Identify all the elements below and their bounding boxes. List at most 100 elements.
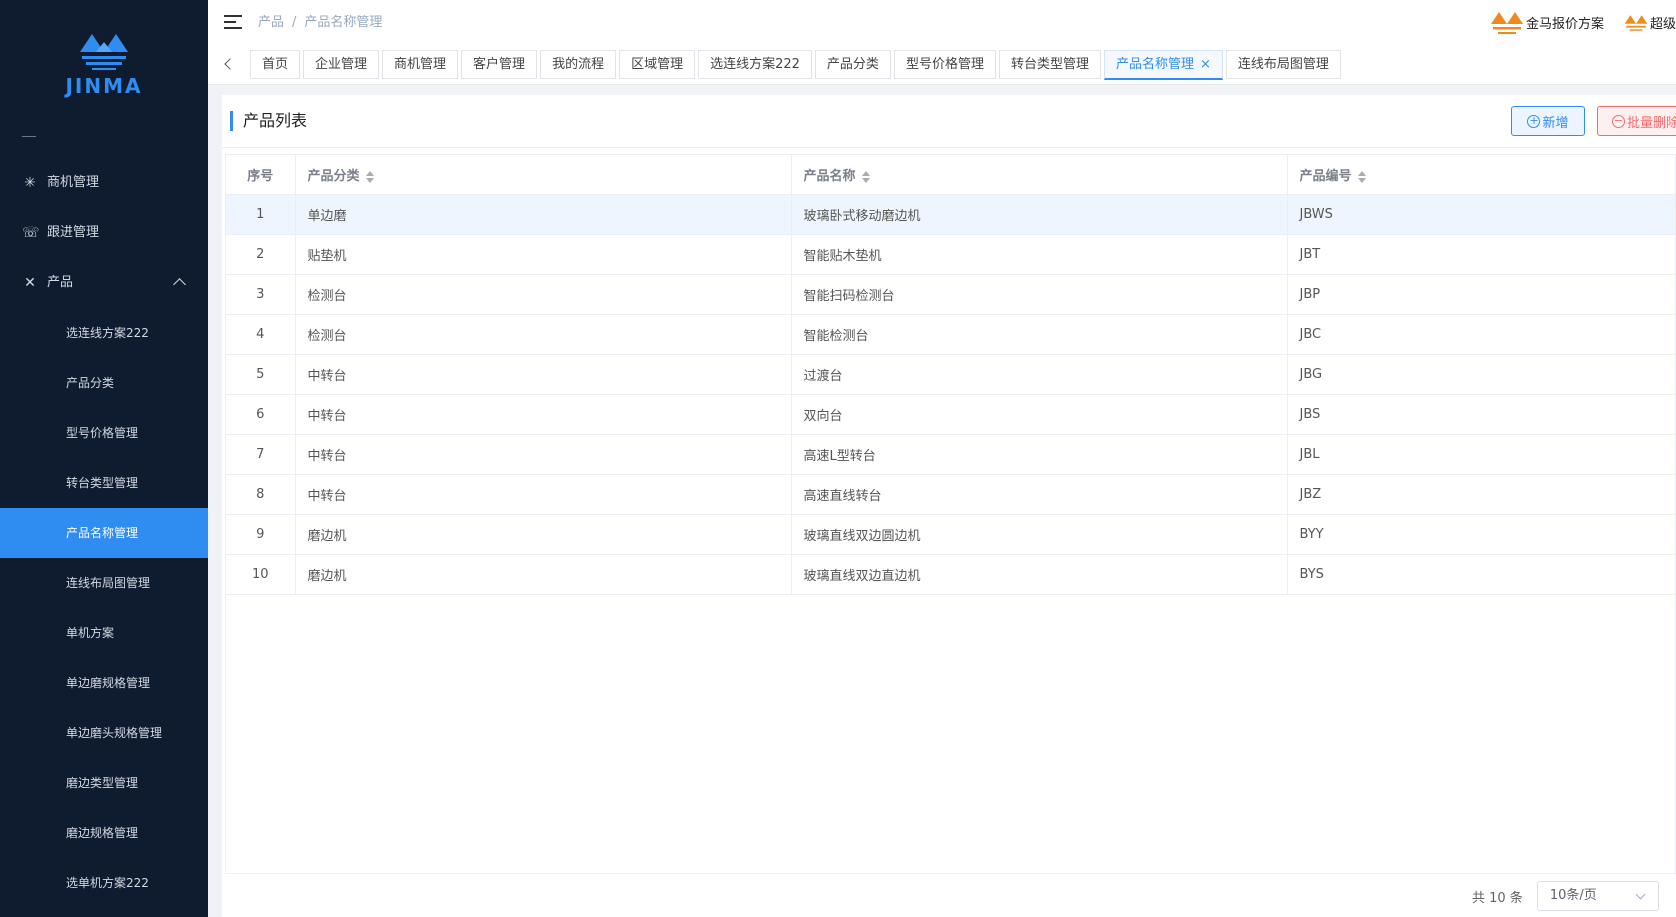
tag-label: 首页 <box>262 57 289 72</box>
cell-code: JBZ <box>1287 474 1675 515</box>
sidebar-item-single-edge-head-spec[interactable]: 单边磨头规格管理 <box>0 708 208 758</box>
sidebar-item-label: 型号价格管理 <box>66 426 139 440</box>
table-row[interactable]: 7 中转台 高速L型转台 JBL <box>226 434 1675 475</box>
cell-index: 1 <box>226 194 296 235</box>
plus-circle-icon: + <box>1527 113 1541 128</box>
sidebar-item-product-name[interactable]: 产品名称管理 <box>0 508 208 558</box>
tag-enterprise[interactable]: 企业管理 <box>303 50 380 79</box>
cell-index: 8 <box>226 474 296 515</box>
user-menu[interactable]: 超级 <box>1624 11 1676 35</box>
cell-code: JBT <box>1287 234 1675 275</box>
tag-line-layout[interactable]: 连线布局图管理 <box>1225 50 1341 79</box>
sidebar-item-label: 磨边类型管理 <box>66 776 139 790</box>
sidebar-item-product-category[interactable]: 产品分类 <box>0 358 208 408</box>
menu-toggle-icon[interactable] <box>224 15 242 30</box>
sidebar-item-edging-type[interactable]: 磨边类型管理 <box>0 758 208 808</box>
table-row[interactable]: 5 中转台 过渡台 JBG <box>226 354 1675 395</box>
cell-category: 中转台 <box>295 394 792 435</box>
column-header-index: 序号 <box>226 155 296 195</box>
cell-code: JBG <box>1287 354 1675 395</box>
tag-label: 我的流程 <box>552 57 605 72</box>
cell-category: 磨边机 <box>295 554 792 595</box>
tag-label: 转台类型管理 <box>1010 57 1089 72</box>
table-header-row: 序号 产品分类 产品名称 产品编号 <box>226 155 1675 195</box>
cell-name: 智能检测台 <box>791 314 1288 355</box>
cell-index: 7 <box>226 434 296 475</box>
tag-label: 商机管理 <box>394 57 447 72</box>
sort-icon[interactable] <box>861 170 870 183</box>
tag-label: 客户管理 <box>473 57 526 72</box>
tag-turntable-type[interactable]: 转台类型管理 <box>998 50 1101 79</box>
batch-delete-button[interactable]: − 批量删除 <box>1597 106 1676 136</box>
cell-name: 高速L型转台 <box>791 434 1288 475</box>
cell-category: 检测台 <box>295 314 792 355</box>
tag-region[interactable]: 区域管理 <box>619 50 696 79</box>
sidebar-item-single-machine-scheme[interactable]: 选单机方案222 <box>0 858 208 908</box>
sidebar-item-model-price[interactable]: 型号价格管理 <box>0 408 208 458</box>
table-row[interactable]: 9 磨边机 玻璃直线双边圆边机 BYY <box>226 514 1675 555</box>
chevron-left-icon[interactable] <box>224 58 236 70</box>
sidebar-item-label: 选单机方案222 <box>66 876 149 890</box>
sidebar-menu: ✳ 商机管理 ☏ 跟进管理 ✕ 产品 选连线方案222 产品分类 型号价格管理 … <box>0 158 208 908</box>
sidebar-item-line-scheme[interactable]: 选连线方案222 <box>0 308 208 358</box>
jinma-logo-icon <box>80 34 128 70</box>
sidebar-item-turntable-type[interactable]: 转台类型管理 <box>0 458 208 508</box>
tag-opportunity[interactable]: 商机管理 <box>382 50 459 79</box>
sidebar-item-single-edge-spec[interactable]: 单边磨规格管理 <box>0 658 208 708</box>
cell-name: 双向台 <box>791 394 1288 435</box>
cell-code: BYS <box>1287 554 1675 595</box>
logo-text: JINMA <box>65 74 143 98</box>
breadcrumb-item[interactable]: 产品 <box>258 15 284 30</box>
table-row[interactable]: 6 中转台 双向台 JBS <box>226 394 1675 435</box>
sort-icon[interactable] <box>1357 170 1366 183</box>
cell-name: 高速直线转台 <box>791 474 1288 515</box>
table-row[interactable]: 3 检测台 智能扫码检测台 JBP <box>226 274 1675 315</box>
batch-delete-label: 批量删除 <box>1627 115 1676 131</box>
sidebar-item-opportunity[interactable]: ✳ 商机管理 <box>0 158 208 208</box>
cell-index: 4 <box>226 314 296 355</box>
jinma-logo-icon <box>1624 14 1648 31</box>
pagination: 共 10 条 10条/页 <box>1472 880 1659 912</box>
jinma-logo-icon <box>1490 11 1523 34</box>
tag-my-flow[interactable]: 我的流程 <box>540 50 617 79</box>
cell-name: 智能扫码检测台 <box>791 274 1288 315</box>
tag-customer[interactable]: 客户管理 <box>461 50 538 79</box>
tag-home[interactable]: 首页 <box>250 50 301 79</box>
tag-product-category[interactable]: 产品分类 <box>814 50 891 79</box>
close-icon[interactable]: × <box>1200 57 1211 72</box>
page-size-select[interactable]: 10条/页 <box>1536 881 1659 911</box>
product-list-panel: 产品列表 + 新增 − 批量删除 序号 产品分类 产品名称 产品编号 1 单边磨 玻璃卧… <box>222 95 1676 917</box>
table-row[interactable]: 1 单边磨 玻璃卧式移动磨边机 JBWS <box>226 194 1675 235</box>
table-row[interactable]: 10 磨边机 玻璃直线双边直边机 BYS <box>226 554 1675 595</box>
tag-label: 产品分类 <box>826 57 879 72</box>
sidebar-item-product[interactable]: ✕ 产品 <box>0 258 208 308</box>
tag-product-name[interactable]: 产品名称管理 × <box>1103 50 1223 80</box>
sort-icon[interactable] <box>365 170 374 183</box>
tag-line-scheme[interactable]: 选连线方案222 <box>698 50 812 79</box>
sidebar-item-single-scheme[interactable]: 单机方案 <box>0 608 208 658</box>
table-row[interactable]: 2 贴垫机 智能贴木垫机 JBT <box>226 234 1675 275</box>
column-header-code[interactable]: 产品编号 <box>1287 155 1675 195</box>
sidebar-item-label: 产品分类 <box>66 376 115 390</box>
sidebar-item-followup[interactable]: ☏ 跟进管理 <box>0 208 208 258</box>
sidebar-item-label: 产品 <box>47 275 74 290</box>
column-header-name[interactable]: 产品名称 <box>791 155 1288 195</box>
add-button[interactable]: + 新增 <box>1511 106 1585 136</box>
sidebar-item-label: 跟进管理 <box>47 225 100 240</box>
tag-model-price[interactable]: 型号价格管理 <box>893 50 996 79</box>
sidebar-item-line-layout[interactable]: 连线布局图管理 <box>0 558 208 608</box>
quote-scheme-link[interactable]: 金马报价方案 <box>1490 9 1604 37</box>
add-button-label: 新增 <box>1542 115 1569 131</box>
cell-code: BYY <box>1287 514 1675 555</box>
table-row[interactable]: 8 中转台 高速直线转台 JBZ <box>226 474 1675 515</box>
table-row[interactable]: 4 检测台 智能检测台 JBC <box>226 314 1675 355</box>
tag-list: 首页 企业管理 商机管理 客户管理 我的流程 区域管理 选连线方案222 产品分… <box>250 50 1341 80</box>
page-size-value: 10条/页 <box>1549 888 1597 903</box>
sidebar-item-edging-spec[interactable]: 磨边规格管理 <box>0 808 208 858</box>
cell-index: 3 <box>226 274 296 315</box>
sidebar-item-label: 产品名称管理 <box>66 526 139 540</box>
app-logo[interactable]: JINMA <box>0 30 208 110</box>
column-header-category[interactable]: 产品分类 <box>295 155 792 195</box>
sidebar: JINMA ✳ 商机管理 ☏ 跟进管理 ✕ 产品 选连线方案222 产品分类 型… <box>0 0 208 917</box>
cell-name: 玻璃直线双边圆边机 <box>791 514 1288 555</box>
